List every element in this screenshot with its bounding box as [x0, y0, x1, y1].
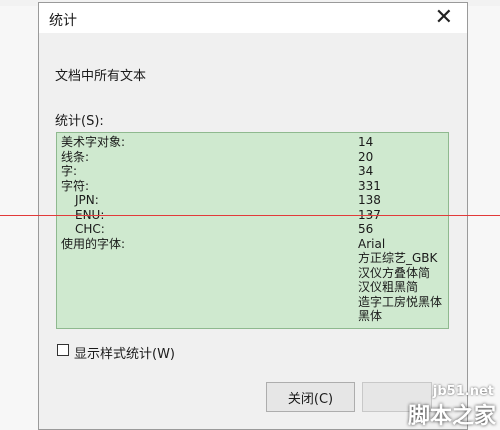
close-button[interactable]: 关闭(C): [266, 382, 355, 412]
show-style-stats-label[interactable]: 显示样式统计(W): [74, 343, 175, 362]
document-scope-label: 文档中所有文本: [55, 69, 147, 84]
document-margin-left: [0, 6, 38, 430]
stat-row-chc: CHC: 56: [61, 222, 446, 237]
stats-list[interactable]: 美术字对象: 14 线条: 20 字: 34 字符: 331 JPN: 138 …: [56, 132, 449, 329]
stat-row-characters: 字符: 331: [61, 179, 446, 194]
font-item: 造字工房悦黑体: [358, 294, 443, 309]
stat-row-lines: 线条: 20: [61, 150, 446, 165]
stat-label: 字符:: [61, 178, 90, 193]
stat-label: CHC:: [75, 222, 105, 236]
stat-label: 线条:: [61, 149, 90, 164]
stat-value: 34: [358, 164, 374, 178]
stat-value: 20: [358, 149, 374, 164]
dialog-title: 统计: [49, 13, 77, 29]
stat-value: 331: [358, 178, 381, 193]
dialog-titlebar: 统计 ✕: [39, 3, 467, 33]
stat-label: 美术字对象:: [61, 135, 126, 149]
fonts-used-label: 使用的字体:: [61, 236, 126, 251]
show-style-stats-checkbox[interactable]: [57, 344, 69, 356]
font-item: 方正综艺_GBK: [358, 251, 438, 265]
watermark-name: 脚本之家: [407, 404, 496, 429]
document-margin-right: [468, 6, 500, 430]
font-item: 汉仪粗黑简: [358, 280, 419, 294]
stat-label: 字:: [61, 164, 78, 178]
font-item: 黑体: [358, 309, 383, 323]
close-icon[interactable]: ✕: [435, 5, 453, 31]
font-item: 汉仪方叠体简: [358, 265, 431, 280]
watermark: jb51.net 脚本之家: [375, 384, 500, 430]
watermark-url: jb51.net: [432, 384, 494, 399]
font-item: Arial: [358, 236, 386, 251]
stat-row-art-text: 美术字对象: 14: [61, 135, 446, 150]
statistics-dialog: 统计 ✕ 文档中所有文本 统计(S): 美术字对象: 14 线条: 20 字: …: [38, 2, 468, 430]
stat-value: 14: [358, 135, 374, 149]
stat-value: 56: [358, 222, 374, 236]
stat-row-jpn: JPN: 138: [61, 193, 446, 208]
stats-label: 统计(S):: [55, 114, 104, 129]
fonts-list: Arial 方正综艺_GBK 汉仪方叠体简 汉仪粗黑简 造字工房悦黑体 黑体: [358, 237, 442, 324]
stat-row-words: 字: 34: [61, 164, 446, 179]
stat-value: 138: [358, 193, 381, 207]
stat-label: JPN:: [75, 193, 99, 207]
guide-line: [0, 215, 500, 216]
